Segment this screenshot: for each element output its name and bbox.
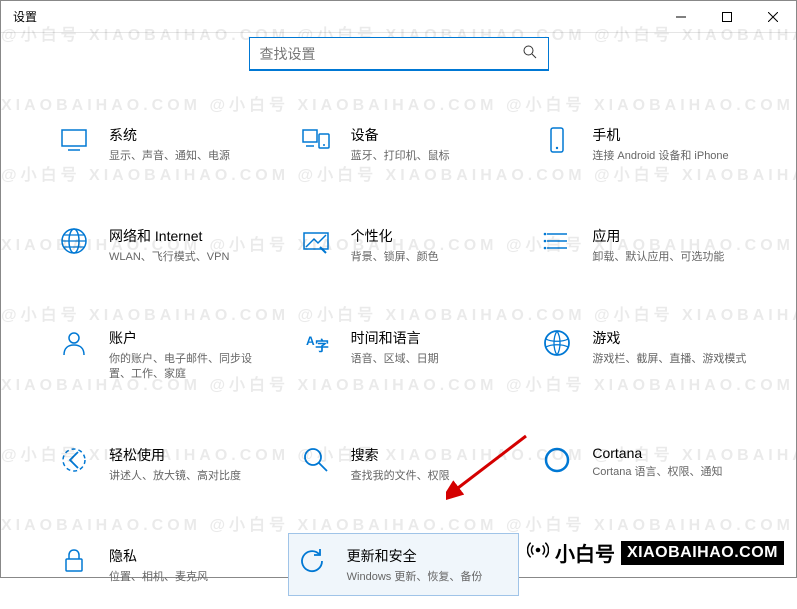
category-title: 时间和语言 xyxy=(351,328,439,348)
network-icon xyxy=(57,224,91,258)
category-title: 系统 xyxy=(109,125,230,145)
category-time-language[interactable]: A字 时间和语言 语音、区域、日期 xyxy=(293,322,515,387)
system-icon xyxy=(57,123,91,157)
minimize-button[interactable] xyxy=(658,1,704,33)
watermark-badge: 小白号 XIAOBAIHAO.COM xyxy=(527,538,784,567)
search-input[interactable]: 查找设置 xyxy=(249,37,549,71)
category-desc: 连接 Android 设备和 iPhone xyxy=(592,149,728,164)
category-search[interactable]: 搜索 查找我的文件、权限 xyxy=(293,439,515,488)
badge-cn: 小白号 xyxy=(555,538,615,567)
category-ease-of-access[interactable]: 轻松使用 讲述人、放大镜、高对比度 xyxy=(51,439,273,488)
ease-of-access-icon xyxy=(57,443,91,477)
category-title: Cortana xyxy=(592,445,722,461)
window-buttons xyxy=(658,1,796,33)
window-title: 设置 xyxy=(13,8,658,25)
category-network[interactable]: 网络和 Internet WLAN、飞行模式、VPN xyxy=(51,220,273,269)
category-desc: 语音、区域、日期 xyxy=(351,352,439,367)
category-update-security[interactable]: 更新和安全 Windows 更新、恢复、备份 xyxy=(289,534,519,595)
category-apps[interactable]: 应用 卸载、默认应用、可选功能 xyxy=(534,220,756,269)
svg-text:字: 字 xyxy=(315,338,329,354)
category-desc: 卸载、默认应用、可选功能 xyxy=(592,250,724,265)
category-title: 手机 xyxy=(592,125,728,145)
category-desc: 蓝牙、打印机、鼠标 xyxy=(351,149,450,164)
accounts-icon xyxy=(57,326,91,360)
phone-icon xyxy=(540,123,574,157)
category-title: 网络和 Internet xyxy=(109,226,229,246)
category-title: 搜索 xyxy=(351,445,450,465)
close-button[interactable] xyxy=(750,1,796,33)
category-title: 个性化 xyxy=(351,226,439,246)
time-language-icon: A字 xyxy=(299,326,333,360)
category-desc: WLAN、飞行模式、VPN xyxy=(109,250,229,265)
category-title: 更新和安全 xyxy=(347,546,483,566)
search-cat-icon xyxy=(299,443,333,477)
cortana-icon xyxy=(540,443,574,477)
category-title: 游戏 xyxy=(592,328,746,348)
category-phone[interactable]: 手机 连接 Android 设备和 iPhone xyxy=(534,119,756,168)
category-cortana[interactable]: Cortana Cortana 语言、权限、通知 xyxy=(534,439,756,488)
category-system[interactable]: 系统 显示、声音、通知、电源 xyxy=(51,119,273,168)
settings-grid: 系统 显示、声音、通知、电源 设备 蓝牙、打印机、鼠标 手机 连接 Androi… xyxy=(1,89,796,609)
category-title: 应用 xyxy=(592,226,724,246)
gaming-icon xyxy=(540,326,574,360)
update-icon xyxy=(295,544,329,578)
category-privacy[interactable]: 隐私 位置、相机、麦克风 xyxy=(51,540,273,589)
category-desc: 查找我的文件、权限 xyxy=(351,469,450,484)
category-accounts[interactable]: 账户 你的账户、电子邮件、同步设置、工作、家庭 xyxy=(51,322,273,387)
svg-text:A: A xyxy=(306,334,315,348)
apps-icon xyxy=(540,224,574,258)
privacy-icon xyxy=(57,544,91,578)
category-desc: 讲述人、放大镜、高对比度 xyxy=(109,469,241,484)
category-desc: 背景、锁屏、颜色 xyxy=(351,250,439,265)
category-desc: 你的账户、电子邮件、同步设置、工作、家庭 xyxy=(109,352,267,383)
category-desc: 显示、声音、通知、电源 xyxy=(109,149,230,164)
category-personalization[interactable]: 个性化 背景、锁屏、颜色 xyxy=(293,220,515,269)
category-gaming[interactable]: 游戏 游戏栏、截屏、直播、游戏模式 xyxy=(534,322,756,387)
category-title: 隐私 xyxy=(109,546,208,566)
search-icon xyxy=(522,44,538,63)
category-title: 账户 xyxy=(109,328,267,348)
category-title: 轻松使用 xyxy=(109,445,241,465)
category-title: 设备 xyxy=(351,125,450,145)
personalization-icon xyxy=(299,224,333,258)
maximize-button[interactable] xyxy=(704,1,750,33)
category-devices[interactable]: 设备 蓝牙、打印机、鼠标 xyxy=(293,119,515,168)
titlebar: 设置 xyxy=(1,1,796,33)
search-placeholder: 查找设置 xyxy=(260,44,522,64)
devices-icon xyxy=(299,123,333,157)
category-desc: Cortana 语言、权限、通知 xyxy=(592,465,722,480)
category-desc: 游戏栏、截屏、直播、游戏模式 xyxy=(592,352,746,367)
badge-en: XIAOBAIHAO.COM xyxy=(621,541,784,565)
broadcast-icon xyxy=(527,539,549,566)
